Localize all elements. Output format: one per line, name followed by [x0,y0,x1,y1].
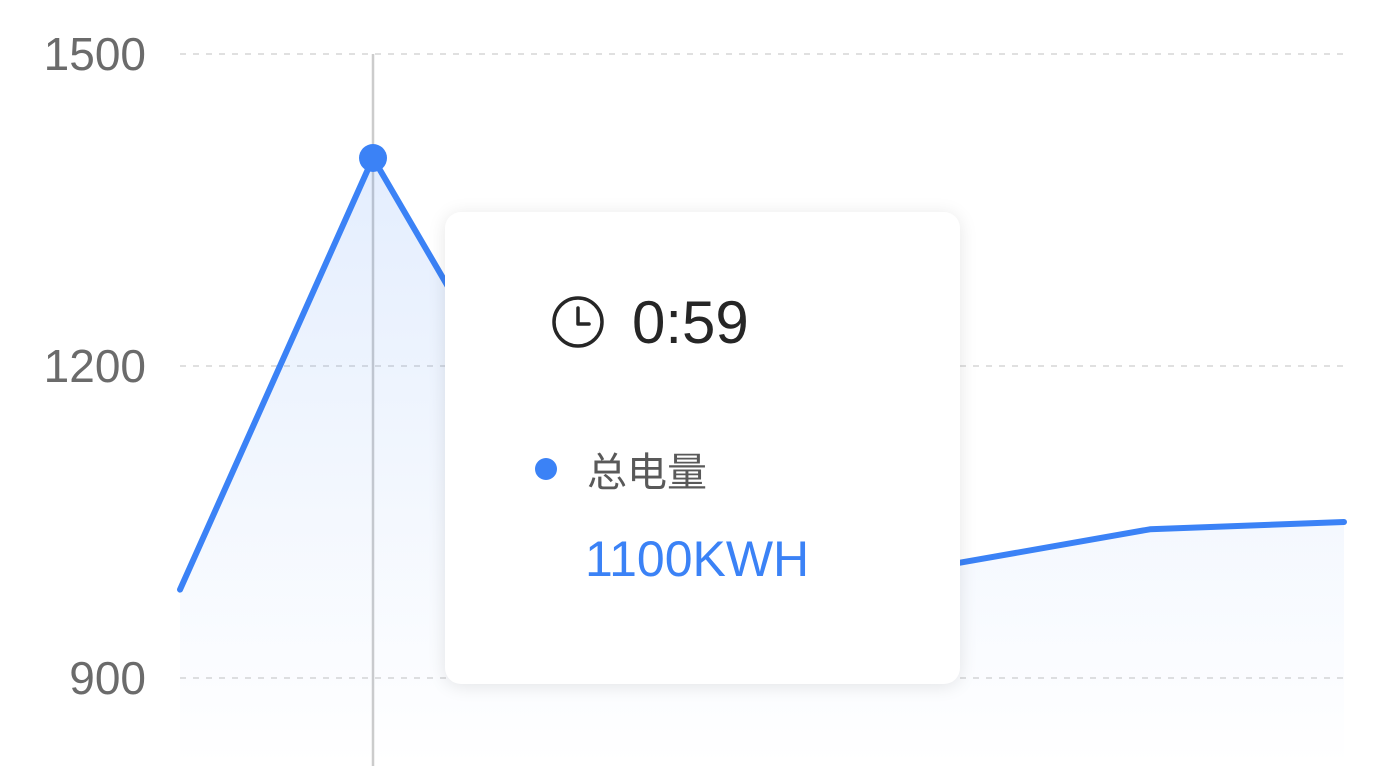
tooltip-value: 1100KWH [585,531,810,587]
tooltip-series-name: 总电量 [587,450,707,496]
tooltip-series-row: 总电量 [535,444,707,496]
clock-icon [550,294,606,350]
y-axis: 1500 1200 900 [44,28,146,704]
y-tick-label: 1200 [44,340,146,392]
line-chart: 1500 1200 900 0:59 总电量 1100KWH [0,0,1398,766]
data-point-active[interactable] [359,144,387,172]
chart-tooltip: 0:59 总电量 1100KWH [445,212,960,684]
y-tick-label: 900 [69,652,146,704]
series-dot-icon [535,458,557,480]
y-tick-label: 1500 [44,28,146,80]
series-points [359,144,387,172]
tooltip-time-row: 0:59 [550,288,749,356]
tooltip-time: 0:59 [632,288,749,356]
